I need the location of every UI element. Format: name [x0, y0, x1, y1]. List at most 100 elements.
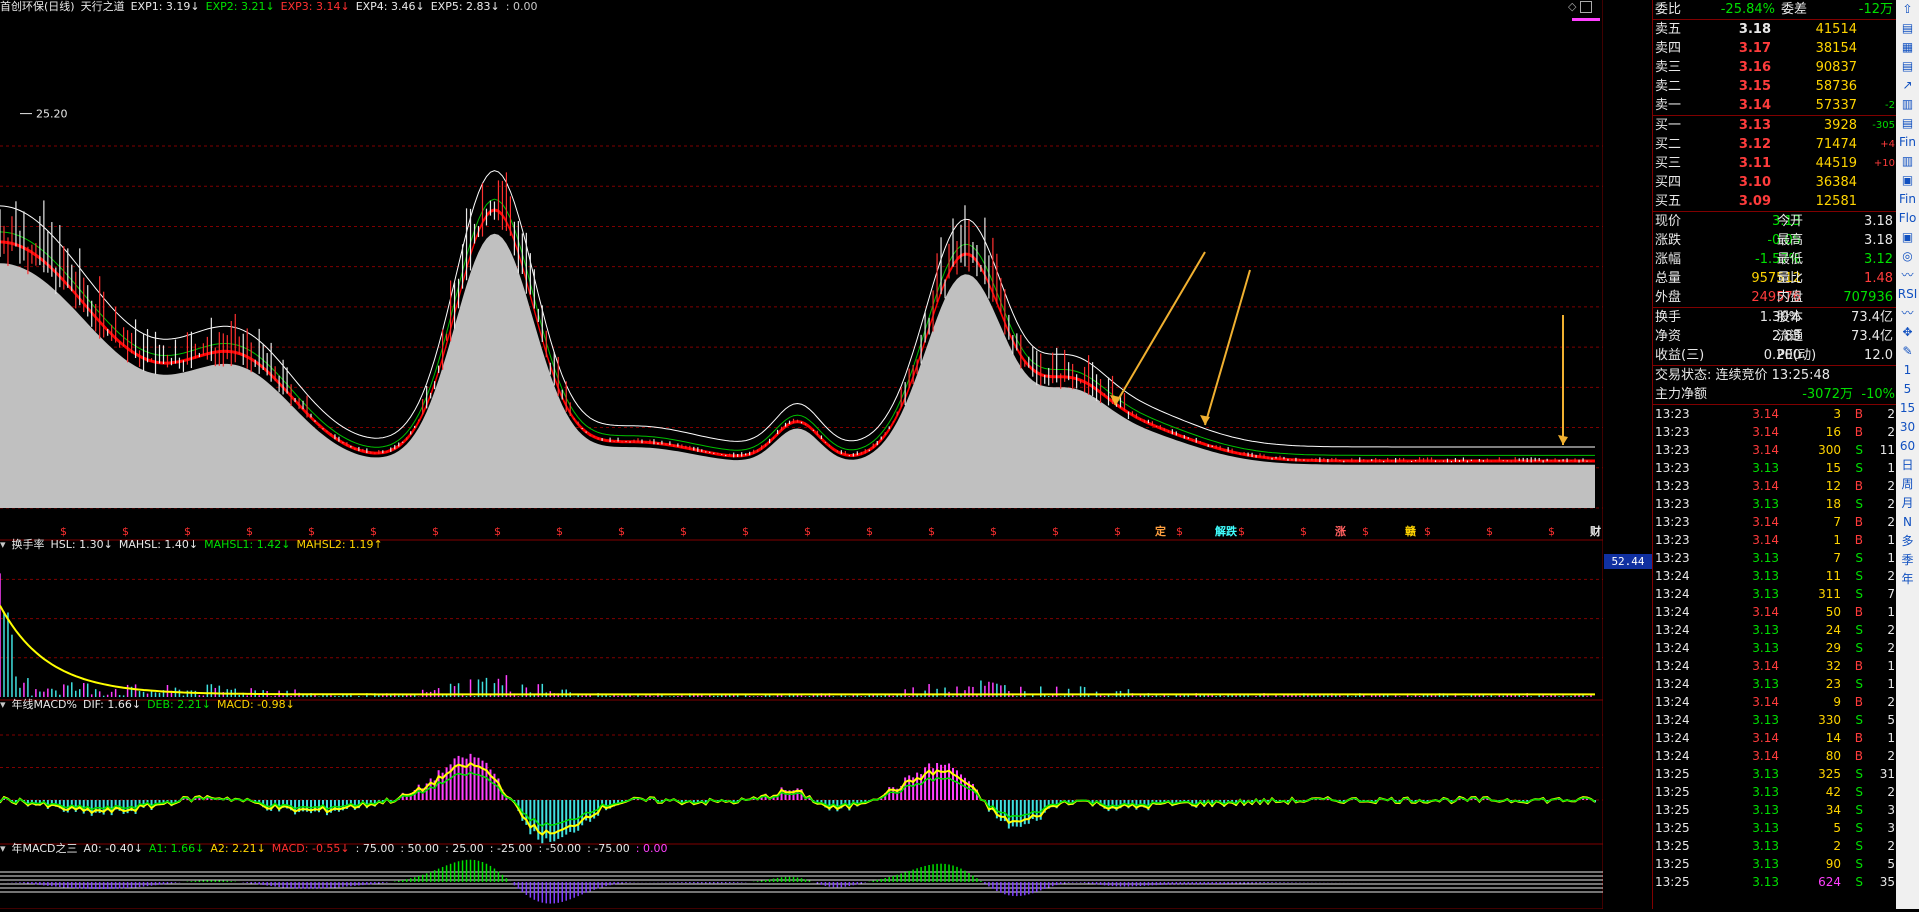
collapse-icon[interactable]: ▾ [0, 842, 6, 855]
hsl-pane-name[interactable]: 换手率 [12, 538, 45, 551]
tick-trade-row[interactable]: 13:23 3.14 3 B 2 [1653, 405, 1897, 423]
tick-volume: 34 [1825, 803, 1841, 817]
signal-marker: $ [1362, 525, 1369, 538]
tick-side: B [1854, 605, 1863, 619]
sidebar-button[interactable]: RSI [1896, 285, 1919, 304]
tick-trade-row[interactable]: 13:25 3.13 325 S 31 [1653, 765, 1897, 783]
sidebar-button[interactable]: ◎ [1896, 247, 1919, 266]
tick-time: 13:23 [1655, 551, 1690, 565]
tick-trade-row[interactable]: 13:25 3.13 624 S 35 [1653, 873, 1897, 891]
tick-trade-row[interactable]: 13:24 3.14 32 B 1 [1653, 657, 1897, 675]
collapse-icon[interactable]: ▾ [0, 538, 6, 551]
sidebar-button[interactable]: 30 [1896, 418, 1919, 437]
hsl-item: MAHSL1: 1.42↓ [204, 538, 291, 551]
indicator-name[interactable]: 天行之道 [81, 0, 125, 13]
tick-trade-row[interactable]: 13:23 3.13 7 S 1 [1653, 549, 1897, 567]
tick-time: 13:24 [1655, 641, 1690, 655]
tick-side: S [1855, 803, 1863, 817]
sidebar-button[interactable]: ▣ [1896, 228, 1919, 247]
bid-row[interactable]: 买二 3.12 71474 +4 [1653, 135, 1897, 154]
bid-row-label: 买二 [1655, 137, 1682, 152]
sidebar-button[interactable]: 多 [1896, 532, 1919, 551]
tick-trade-row[interactable]: 13:23 3.14 300 S 11 [1653, 441, 1897, 459]
tick-trade-row[interactable]: 13:23 3.14 1 B 1 [1653, 531, 1897, 549]
tick-trade-row[interactable]: 13:23 3.14 7 B 2 [1653, 513, 1897, 531]
tick-trade-row[interactable]: 13:24 3.13 29 S 2 [1653, 639, 1897, 657]
ask-row[interactable]: 卖一 3.14 57337 -2 [1653, 96, 1897, 115]
stat-value: 3.12 [1864, 252, 1893, 267]
bid-row[interactable]: 买三 3.11 44519 +10 [1653, 154, 1897, 173]
sidebar-button[interactable]: ▣ [1896, 171, 1919, 190]
ask-row[interactable]: 卖四 3.17 38154 [1653, 39, 1897, 58]
stat-label: 换手 [1655, 310, 1682, 325]
sidebar-button[interactable]: ▥ [1896, 95, 1919, 114]
tick-trade-row[interactable]: 13:25 3.13 42 S 2 [1653, 783, 1897, 801]
tick-trade-row[interactable]: 13:23 3.14 16 B 2 [1653, 423, 1897, 441]
bid-row[interactable]: 买一 3.13 3928 -305 [1653, 116, 1897, 135]
sidebar-button[interactable]: 月 [1896, 494, 1919, 513]
sidebar-button[interactable]: Flo [1896, 209, 1919, 228]
sidebar-button[interactable]: 5 [1896, 380, 1919, 399]
sidebar-button[interactable]: ▥ [1896, 152, 1919, 171]
sidebar-button[interactable]: Fin [1896, 133, 1919, 152]
sidebar-button[interactable]: 年 [1896, 570, 1919, 589]
sidebar-button[interactable]: N [1896, 513, 1919, 532]
sidebar-button[interactable]: ✎ [1896, 342, 1919, 361]
sidebar-button[interactable]: ↗ [1896, 76, 1919, 95]
tick-trade-row[interactable]: 13:23 3.13 18 S 2 [1653, 495, 1897, 513]
right-toolbar: ⇧ ▤ ▦ ▤ ↗ ▥ ▤ Fin ▥ ▣ Fin Flo ▣ ◎ 〰 RSI 〰 ✥ ✎ 1 5 15 30 60 日周月 N 多… [1896, 0, 1919, 909]
ask-row[interactable]: 卖三 3.16 90837 [1653, 58, 1897, 77]
collapse-icon[interactable]: ▾ [0, 698, 6, 711]
sidebar-button[interactable]: Fin [1896, 190, 1919, 209]
macd3-pane-name[interactable]: 年MACD之三 [12, 842, 78, 855]
sidebar-button[interactable]: ▤ [1896, 19, 1919, 38]
sidebar-button[interactable]: ✥ [1896, 323, 1919, 342]
sidebar-button[interactable]: 15 [1896, 399, 1919, 418]
sidebar-button[interactable]: 季 [1896, 551, 1919, 570]
tick-trade-row[interactable]: 13:24 3.13 330 S 5 [1653, 711, 1897, 729]
window-icon[interactable] [1579, 1, 1592, 13]
sidebar-button[interactable]: ⇧ [1896, 0, 1919, 19]
tick-price: 3.14 [1752, 533, 1779, 547]
tick-price: 3.13 [1752, 785, 1779, 799]
macd-pane-name[interactable]: 年线MACD% [12, 698, 77, 711]
sidebar-button[interactable]: ▦ [1896, 38, 1919, 57]
tick-trade-row[interactable]: 13:24 3.14 80 B 2 [1653, 747, 1897, 765]
tick-trade-row[interactable]: 13:23 3.13 15 S 1 [1653, 459, 1897, 477]
tick-trade-row[interactable]: 13:25 3.13 90 S 5 [1653, 855, 1897, 873]
sidebar-button[interactable]: 〰 [1896, 304, 1919, 323]
tick-price: 3.13 [1752, 839, 1779, 853]
sidebar-button[interactable]: 1 [1896, 361, 1919, 380]
tick-trade-row[interactable]: 13:24 3.13 23 S 1 [1653, 675, 1897, 693]
tick-trade-row[interactable]: 13:24 3.13 11 S 2 [1653, 567, 1897, 585]
sidebar-button[interactable]: ▤ [1896, 57, 1919, 76]
ask-row[interactable]: 卖二 3.15 58736 [1653, 77, 1897, 96]
tick-volume: 23 [1825, 677, 1841, 691]
chart-canvas[interactable]: 23.1320.5617.9915.4212.8510.287.715.142.… [0, 0, 1648, 910]
tick-trade-row[interactable]: 13:24 3.14 14 B 1 [1653, 729, 1897, 747]
tick-trade-row[interactable]: 13:23 3.14 12 B 2 [1653, 477, 1897, 495]
bid-row[interactable]: 买四 3.10 36384 [1653, 173, 1897, 192]
tick-trade-row[interactable]: 13:25 3.13 2 S 2 [1653, 837, 1897, 855]
ask-row[interactable]: 卖五 3.18 41514 [1653, 20, 1897, 39]
diamond-icon[interactable]: ◇ [1568, 0, 1576, 13]
sidebar-button[interactable]: 60 [1896, 437, 1919, 456]
signal-marker: $ [60, 525, 67, 538]
kline-chart-area[interactable]: 23.1320.5617.9915.4212.8510.287.715.142.… [0, 0, 1652, 910]
tick-trade-row[interactable]: 13:24 3.14 9 B 2 [1653, 693, 1897, 711]
tick-side: S [1855, 821, 1863, 835]
tick-trade-row[interactable]: 13:25 3.13 34 S 3 [1653, 801, 1897, 819]
exp-item: EXP5: 2.83↓ [430, 0, 500, 13]
sidebar-button[interactable]: 日 [1896, 456, 1919, 475]
tick-volume: 80 [1825, 749, 1841, 763]
tick-trade-row[interactable]: 13:24 3.14 50 B 1 [1653, 603, 1897, 621]
tick-trade-row[interactable]: 13:24 3.13 24 S 2 [1653, 621, 1897, 639]
signal-marker: $ [1548, 525, 1555, 538]
bid-row[interactable]: 买五 3.09 12581 [1653, 192, 1897, 211]
sidebar-button[interactable]: ▤ [1896, 114, 1919, 133]
sidebar-button[interactable]: 〰 [1896, 266, 1919, 285]
tick-trade-row[interactable]: 13:24 3.13 311 S 7 [1653, 585, 1897, 603]
tick-trade-row[interactable]: 13:25 3.13 5 S 3 [1653, 819, 1897, 837]
signal-marker: $ [804, 525, 811, 538]
sidebar-button[interactable]: 周 [1896, 475, 1919, 494]
